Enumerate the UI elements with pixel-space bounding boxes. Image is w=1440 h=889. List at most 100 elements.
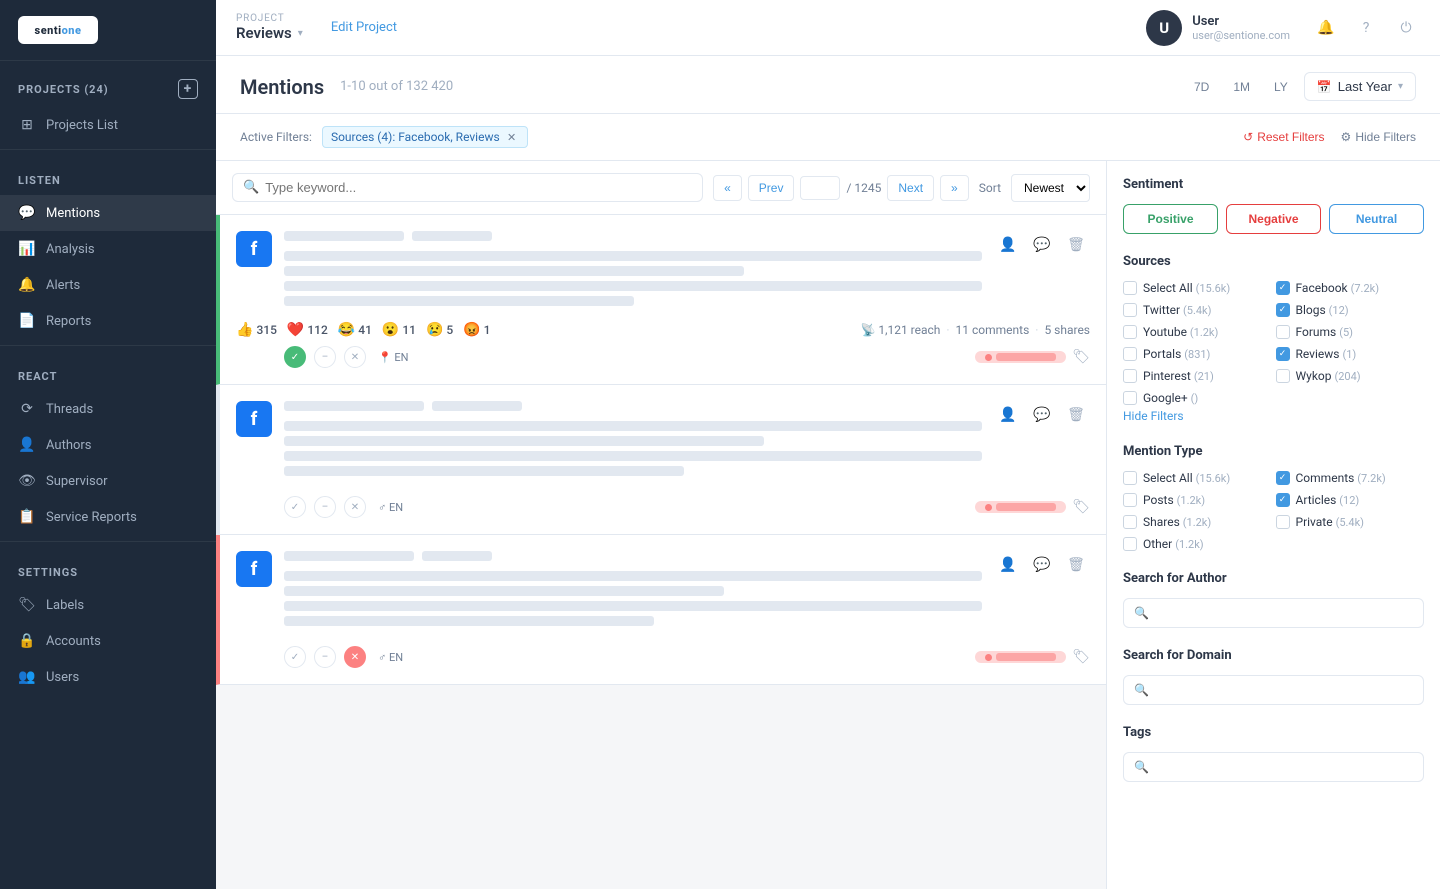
sort-select[interactable]: Newest	[1011, 174, 1090, 202]
source-item-src-yt[interactable]: Youtube (1.2k)	[1123, 325, 1272, 339]
sentiment-title: Sentiment	[1123, 177, 1424, 192]
reset-filters-button[interactable]: ↺ Reset Filters	[1243, 130, 1324, 144]
page-number-input[interactable]: 1	[800, 176, 840, 200]
power-icon[interactable]: ⏻	[1392, 14, 1420, 42]
neutral-sentiment-btn-2[interactable]: –	[314, 496, 336, 518]
filter-tag-sources[interactable]: Sources (4): Facebook, Reviews ✕	[322, 126, 528, 148]
time-ly-button[interactable]: LY	[1266, 76, 1296, 98]
positive-sentiment-btn-2[interactable]: ✓	[284, 496, 306, 518]
checkbox-src-wk[interactable]	[1276, 369, 1290, 383]
checkbox-src-all[interactable]	[1123, 281, 1137, 295]
source-item-src-all[interactable]: Select All (15.6k)	[1123, 281, 1272, 295]
hide-filters-link[interactable]: Hide Filters	[1123, 409, 1184, 423]
sidebar-item-threads[interactable]: ⟳ Threads	[0, 391, 216, 427]
delete-button-2[interactable]: 🗑	[1062, 401, 1090, 429]
sidebar-item-authors[interactable]: 👤 Authors	[0, 427, 216, 463]
prev-page-button[interactable]: Prev	[748, 175, 795, 201]
comment-button-3[interactable]: 💬	[1028, 551, 1056, 579]
authors-icon: 👤	[18, 436, 36, 454]
date-skeleton-1	[412, 231, 492, 241]
sidebar-item-supervisor[interactable]: 👁 Supervisor	[0, 463, 216, 499]
delete-button-3[interactable]: 🗑	[1062, 551, 1090, 579]
checkbox-src-gp[interactable]	[1123, 391, 1137, 405]
keyword-search-input[interactable]	[265, 180, 692, 195]
negative-sentiment-btn-3[interactable]: ✕	[344, 646, 366, 668]
mention-type-item-mt-ot[interactable]: Other (1.2k)	[1123, 537, 1272, 551]
comment-button-2[interactable]: 💬	[1028, 401, 1056, 429]
mention-type-item-mt-sh[interactable]: Shares (1.2k)	[1123, 515, 1272, 529]
checkbox-src-pi[interactable]	[1123, 369, 1137, 383]
sidebar-item-users[interactable]: 👥 Users	[0, 659, 216, 695]
assign-button-2[interactable]: 👤	[994, 401, 1022, 429]
negative-sentiment-btn-1[interactable]: ✕	[344, 346, 366, 368]
negative-sentiment-btn-2[interactable]: ✕	[344, 496, 366, 518]
positive-sentiment-btn-1[interactable]: ✓	[284, 346, 306, 368]
positive-filter-button[interactable]: Positive	[1123, 204, 1218, 234]
mention-type-item-mt-ar[interactable]: ✓ Articles (12)	[1276, 493, 1425, 507]
assign-button-1[interactable]: 👤	[994, 231, 1022, 259]
checkbox-mt-ar[interactable]: ✓	[1276, 493, 1290, 507]
add-tag-icon-1[interactable]: 🏷	[1072, 349, 1090, 365]
sidebar-item-reports[interactable]: 📄 Reports	[0, 303, 216, 339]
checkbox-src-rv[interactable]: ✓	[1276, 347, 1290, 361]
hide-filters-button[interactable]: ⚙ Hide Filters	[1341, 130, 1416, 144]
source-item-src-pi[interactable]: Pinterest (21)	[1123, 369, 1272, 383]
mention-type-item-mt-po[interactable]: Posts (1.2k)	[1123, 493, 1272, 507]
checkbox-src-fo[interactable]	[1276, 325, 1290, 339]
sidebar-item-service-reports[interactable]: 📋 Service Reports	[0, 499, 216, 535]
checkbox-src-fb[interactable]: ✓	[1276, 281, 1290, 295]
checkbox-src-tw[interactable]	[1123, 303, 1137, 317]
source-item-src-fo[interactable]: Forums (5)	[1276, 325, 1425, 339]
checkbox-mt-all[interactable]	[1123, 471, 1137, 485]
neutral-sentiment-btn-1[interactable]: –	[314, 346, 336, 368]
checkbox-mt-sh[interactable]	[1123, 515, 1137, 529]
mention-type-item-mt-co[interactable]: ✓ Comments (7.2k)	[1276, 471, 1425, 485]
tags-input[interactable]	[1155, 760, 1413, 774]
delete-button-1[interactable]: 🗑	[1062, 231, 1090, 259]
search-author-input[interactable]	[1155, 606, 1413, 620]
checkbox-src-bl[interactable]: ✓	[1276, 303, 1290, 317]
negative-filter-button[interactable]: Negative	[1226, 204, 1321, 234]
first-page-button[interactable]: «	[713, 175, 742, 201]
source-item-src-fb[interactable]: ✓ Facebook (7.2k)	[1276, 281, 1425, 295]
time-7d-button[interactable]: 7D	[1186, 76, 1217, 98]
project-selector[interactable]: PROJECT Reviews ▾	[236, 13, 303, 42]
notifications-icon[interactable]: 🔔	[1312, 14, 1340, 42]
neutral-filter-button[interactable]: Neutral	[1329, 204, 1424, 234]
assign-button-3[interactable]: 👤	[994, 551, 1022, 579]
checkbox-mt-po[interactable]	[1123, 493, 1137, 507]
next-page-button[interactable]: Next	[887, 175, 934, 201]
source-item-src-rv[interactable]: ✓ Reviews (1)	[1276, 347, 1425, 361]
source-item-src-bl[interactable]: ✓ Blogs (12)	[1276, 303, 1425, 317]
edit-project-link[interactable]: Edit Project	[331, 20, 397, 35]
sidebar-item-mentions[interactable]: 💬 Mentions	[0, 195, 216, 231]
source-item-src-po[interactable]: Portals (831)	[1123, 347, 1272, 361]
checkbox-mt-pr[interactable]	[1276, 515, 1290, 529]
mention-type-item-mt-all[interactable]: Select All (15.6k)	[1123, 471, 1272, 485]
source-item-src-tw[interactable]: Twitter (5.4k)	[1123, 303, 1272, 317]
checkbox-src-yt[interactable]	[1123, 325, 1137, 339]
sidebar-item-labels[interactable]: 🏷 Labels	[0, 587, 216, 623]
source-item-src-wk[interactable]: Wykop (204)	[1276, 369, 1425, 383]
date-range-button[interactable]: 📅 Last Year ▾	[1304, 72, 1416, 101]
sidebar-item-alerts[interactable]: 🔔 Alerts	[0, 267, 216, 303]
add-tag-icon-2[interactable]: 🏷	[1072, 499, 1090, 515]
sidebar-item-projects-list[interactable]: ⊞ Projects List	[0, 107, 216, 143]
sidebar-item-accounts[interactable]: 🔒 Accounts	[0, 623, 216, 659]
sidebar-item-analysis[interactable]: 📊 Analysis	[0, 231, 216, 267]
time-1m-button[interactable]: 1M	[1225, 76, 1258, 98]
search-domain-input[interactable]	[1155, 683, 1413, 697]
filter-tag-close[interactable]: ✕	[505, 130, 519, 144]
add-tag-icon-3[interactable]: 🏷	[1072, 649, 1090, 665]
mention-type-item-mt-pr[interactable]: Private (5.4k)	[1276, 515, 1425, 529]
last-page-button[interactable]: »	[940, 175, 969, 201]
checkbox-mt-ot[interactable]	[1123, 537, 1137, 551]
help-icon[interactable]: ?	[1352, 14, 1380, 42]
checkbox-src-po[interactable]	[1123, 347, 1137, 361]
add-project-button[interactable]: +	[178, 79, 198, 99]
positive-sentiment-btn-3[interactable]: ✓	[284, 646, 306, 668]
comment-button-1[interactable]: 💬	[1028, 231, 1056, 259]
checkbox-mt-co[interactable]: ✓	[1276, 471, 1290, 485]
source-item-src-gp[interactable]: Google+ ()	[1123, 391, 1272, 405]
neutral-sentiment-btn-3[interactable]: –	[314, 646, 336, 668]
